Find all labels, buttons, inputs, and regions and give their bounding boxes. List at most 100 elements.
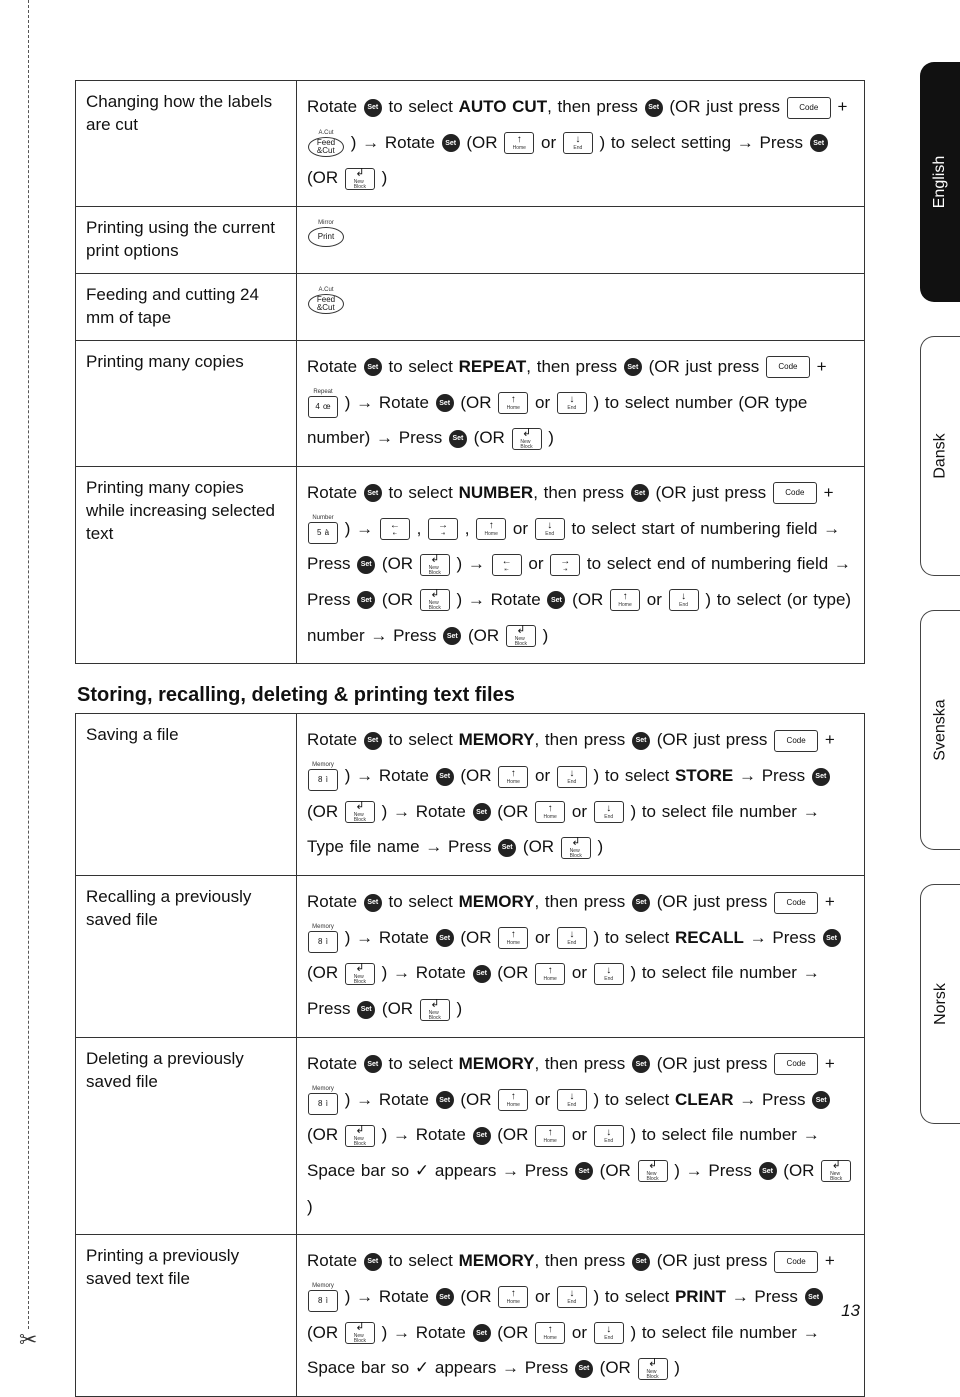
right-key-icon: →⇥ (428, 518, 458, 540)
thumb-norsk[interactable]: Norsk (920, 884, 960, 1124)
enter-newblock-key-icon: NewBlock (345, 1125, 375, 1147)
scissors-icon: ✂ (19, 1327, 37, 1353)
set-key-icon: Set (443, 627, 461, 645)
set-key-icon: Set (759, 1162, 777, 1180)
enter-newblock-key-icon: NewBlock (821, 1160, 851, 1182)
num-key-icon: Memory8 ì (308, 924, 338, 953)
up-home-key-icon: ↑Home (610, 589, 640, 611)
print-key-icon: MirrorPrint (308, 220, 344, 247)
set-key-icon: Set (442, 134, 460, 152)
set-key-icon: Set (823, 929, 841, 947)
set-key-icon: Set (632, 732, 650, 750)
left-key-icon: ←⇤ (492, 554, 522, 576)
row-label: Recalling a previously saved file (76, 876, 297, 1038)
up-home-key-icon: ↑Home (498, 766, 528, 788)
enter-newblock-key-icon: NewBlock (506, 625, 536, 647)
row-label: Printing many copies (76, 340, 297, 466)
code-key-icon: Code (773, 482, 817, 504)
up-home-key-icon: ↑Home (535, 1125, 565, 1147)
set-key-icon: Set (436, 768, 454, 786)
page-number: 13 (841, 1301, 860, 1321)
up-home-key-icon: ↑Home (504, 132, 534, 154)
thumb-dansk[interactable]: Dansk (920, 336, 960, 576)
set-key-icon: Set (436, 394, 454, 412)
set-key-icon: Set (364, 358, 382, 376)
code-key-icon: Code (774, 1053, 818, 1075)
down-end-key-icon: ↓End (594, 963, 624, 985)
set-key-icon: Set (364, 732, 382, 750)
set-key-icon: Set (632, 1055, 650, 1073)
code-key-icon: Code (766, 356, 810, 378)
set-key-icon: Set (364, 1055, 382, 1073)
row-label: Printing a previously saved text file (76, 1235, 297, 1397)
set-key-icon: Set (364, 1253, 382, 1271)
row-instructions: Rotate Set to select MEMORY, then press … (297, 876, 865, 1038)
down-end-key-icon: ↓End (563, 132, 593, 154)
feed-cut-key-icon: A.CutFeed&Cut (308, 287, 344, 314)
enter-newblock-key-icon: NewBlock (561, 837, 591, 859)
code-key-icon: Code (774, 1251, 818, 1273)
enter-newblock-key-icon: NewBlock (512, 428, 542, 450)
set-key-icon: Set (436, 1091, 454, 1109)
set-key-icon: Set (575, 1360, 593, 1378)
set-key-icon: Set (473, 1324, 491, 1342)
down-end-key-icon: ↓End (594, 1125, 624, 1147)
enter-newblock-key-icon: NewBlock (638, 1160, 668, 1182)
thumb-english[interactable]: English (920, 62, 960, 302)
set-key-icon: Set (357, 1001, 375, 1019)
set-key-icon: Set (575, 1162, 593, 1180)
up-home-key-icon: ↑Home (476, 518, 506, 540)
set-key-icon: Set (449, 430, 467, 448)
enter-newblock-key-icon: NewBlock (638, 1358, 668, 1380)
set-key-icon: Set (624, 358, 642, 376)
row-instructions: Rotate Set to select MEMORY, then press … (297, 1037, 865, 1234)
set-key-icon: Set (473, 965, 491, 983)
enter-newblock-key-icon: NewBlock (345, 801, 375, 823)
manual-page: ✂ English Dansk Svenska Norsk Changing how … (0, 0, 960, 1359)
up-home-key-icon: ↑Home (535, 801, 565, 823)
row-instructions: A.CutFeed&Cut (297, 273, 865, 340)
code-key-icon: Code (774, 892, 818, 914)
set-key-icon: Set (645, 99, 663, 117)
enter-newblock-key-icon: NewBlock (420, 589, 450, 611)
up-home-key-icon: ↑Home (535, 963, 565, 985)
row-label: Saving a file (76, 714, 297, 876)
num-key-icon: Memory8 ì (308, 1283, 338, 1312)
thumb-svenska[interactable]: Svenska (920, 610, 960, 850)
down-end-key-icon: ↓End (594, 801, 624, 823)
set-key-icon: Set (805, 1288, 823, 1306)
code-key-icon: Code (774, 730, 818, 752)
down-end-key-icon: ↓End (535, 518, 565, 540)
down-end-key-icon: ↓End (594, 1322, 624, 1344)
set-key-icon: Set (357, 591, 375, 609)
set-key-icon: Set (364, 894, 382, 912)
enter-newblock-key-icon: NewBlock (420, 999, 450, 1021)
set-key-icon: Set (436, 1288, 454, 1306)
down-end-key-icon: ↓End (557, 392, 587, 414)
enter-newblock-key-icon: NewBlock (420, 554, 450, 576)
set-key-icon: Set (547, 591, 565, 609)
set-key-icon: Set (632, 1253, 650, 1271)
enter-newblock-key-icon: NewBlock (345, 963, 375, 985)
operations-table-1: Changing how the labels are cutRotate Se… (75, 80, 865, 664)
row-instructions: Rotate Set to select MEMORY, then press … (297, 714, 865, 876)
row-instructions: Rotate Set to select REPEAT, then press … (297, 340, 865, 466)
num-key-icon: Number5 à (308, 515, 338, 544)
set-key-icon: Set (364, 484, 382, 502)
up-home-key-icon: ↑Home (498, 927, 528, 949)
down-end-key-icon: ↓End (557, 766, 587, 788)
row-label: Printing using the current print options (76, 207, 297, 274)
up-home-key-icon: ↑Home (498, 1089, 528, 1111)
down-end-key-icon: ↓End (669, 589, 699, 611)
enter-newblock-key-icon: NewBlock (345, 1322, 375, 1344)
down-end-key-icon: ↓End (557, 927, 587, 949)
row-instructions: Rotate Set to select NUMBER, then press … (297, 466, 865, 663)
row-label: Deleting a previously saved file (76, 1037, 297, 1234)
num-key-icon: Repeat4 œ (308, 389, 338, 418)
down-end-key-icon: ↓End (557, 1089, 587, 1111)
set-key-icon: Set (812, 768, 830, 786)
row-instructions: MirrorPrint (297, 207, 865, 274)
left-key-icon: ←⇤ (380, 518, 410, 540)
section-heading-memory: Storing, recalling, deleting & printing … (77, 684, 870, 707)
set-key-icon: Set (810, 134, 828, 152)
